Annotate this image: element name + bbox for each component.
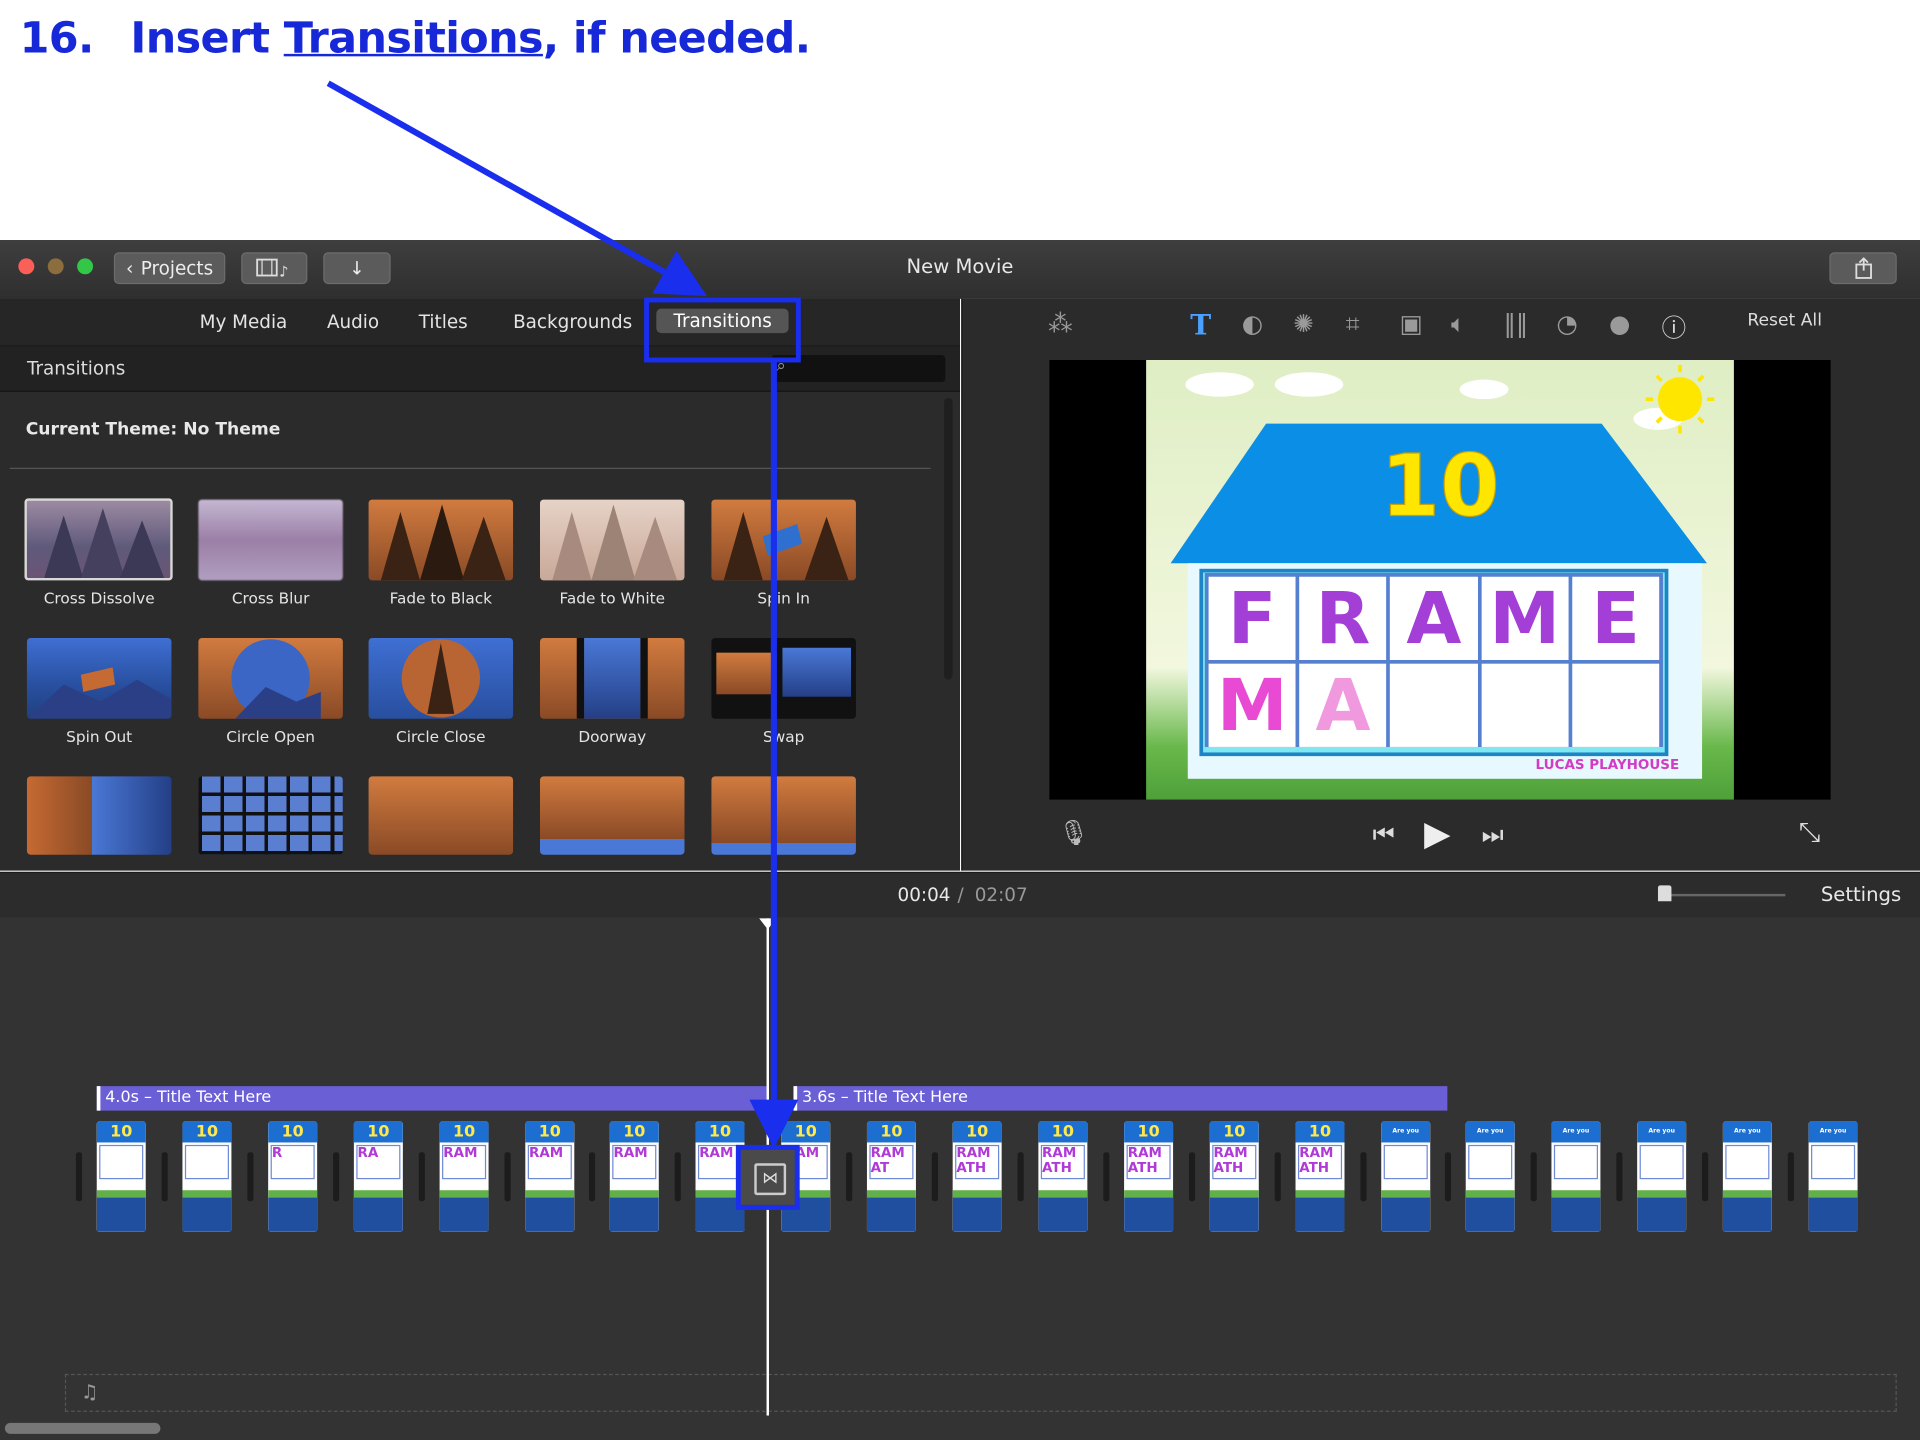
- annotation-arrows: [326, 80, 799, 1149]
